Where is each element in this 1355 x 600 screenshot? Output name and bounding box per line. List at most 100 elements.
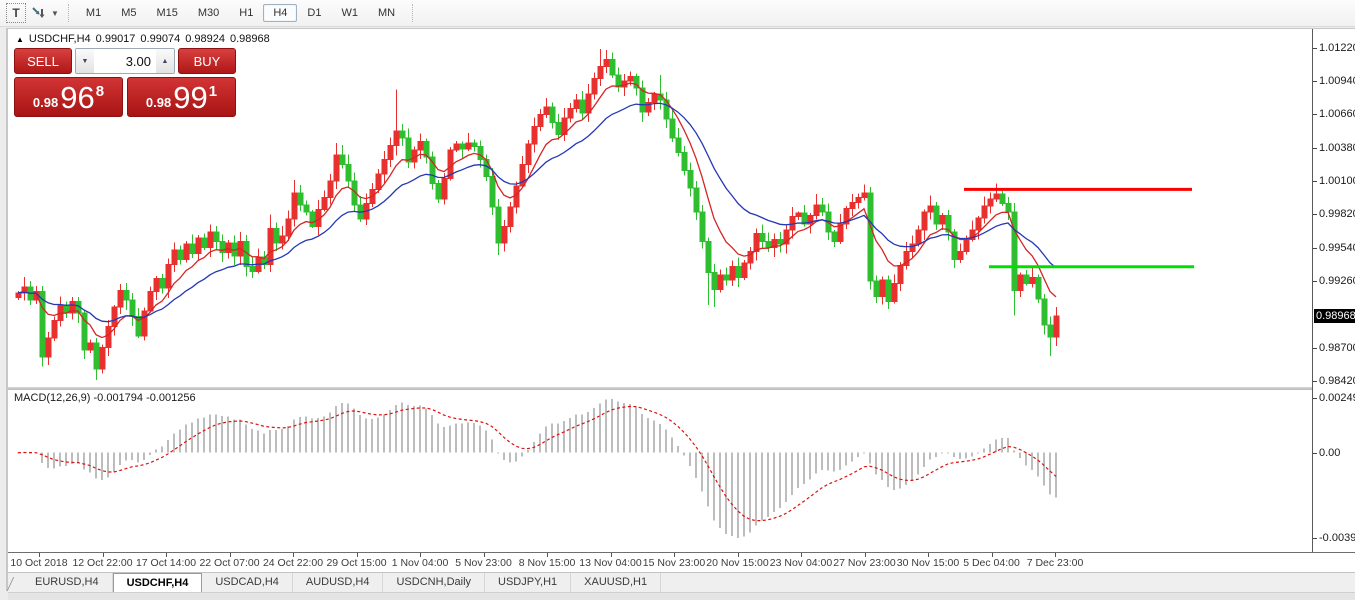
date-label: 13 Nov 04:00 xyxy=(579,557,641,569)
timeframe-button-d1[interactable]: D1 xyxy=(297,4,331,22)
chart-tab-usdjpy[interactable]: USDJPY,H1 xyxy=(485,573,571,592)
macd-plot xyxy=(8,390,1312,552)
price-tick-label: 1.00660 xyxy=(1319,108,1355,120)
timeframe-button-w1[interactable]: W1 xyxy=(331,4,368,22)
mt4-window: T ▼ M1M5M15M30H1H4D1W1MN ▲ USDCHF,H4 0.9… xyxy=(0,0,1355,598)
date-axis[interactable]: 10 Oct 2018 12 Oct 22:00 17 Oct 14:0022 Oc… xyxy=(8,552,1355,571)
volume-control: ▼ ▲ xyxy=(75,48,175,74)
date-label: 5 Nov 23:00 xyxy=(455,557,512,569)
sell-button[interactable]: SELL xyxy=(14,48,72,74)
price-tick-label: 0.99260 xyxy=(1319,275,1355,287)
volume-increase-button[interactable]: ▲ xyxy=(156,49,174,73)
date-label: 30 Nov 15:00 xyxy=(897,557,959,569)
chart-tab-usdcad[interactable]: USDCAD,H4 xyxy=(202,573,293,592)
ohlc-low: 0.98924 xyxy=(185,33,225,45)
chart-tab-bar: EURUSD,H4USDCHF,H4USDCAD,H4AUDUSD,H4USDC… xyxy=(8,572,1355,592)
date-label: 15 Nov 23:00 xyxy=(643,557,705,569)
sell-price-prefix: 0.98 xyxy=(33,95,58,110)
collapse-arrow-icon[interactable]: ▲ xyxy=(16,35,24,44)
date-label: 29 Oct 15:00 xyxy=(326,557,386,569)
sell-price-button[interactable]: 0.98 96 8 xyxy=(14,77,123,117)
axis-tick xyxy=(1313,453,1317,454)
price-tick-label: 1.00380 xyxy=(1319,142,1355,154)
chevron-down-icon[interactable]: ▼ xyxy=(51,9,59,18)
price-tick-label: 0.98420 xyxy=(1319,375,1355,387)
text-tool-icon[interactable]: T xyxy=(6,3,26,23)
macd-tick-label: 0.002492 xyxy=(1319,392,1355,404)
macd-tick-label: 0.00 xyxy=(1319,447,1340,459)
chart-tab-xauusd[interactable]: XAUUSD,H1 xyxy=(571,573,661,592)
axis-tick xyxy=(1313,281,1317,282)
timeframe-button-m30[interactable]: M30 xyxy=(188,4,229,22)
buy-price-button[interactable]: 0.98 99 1 xyxy=(127,77,236,117)
price-chart-area[interactable]: ▲ USDCHF,H4 0.99017 0.99074 0.98924 0.98… xyxy=(8,29,1312,388)
axis-tick xyxy=(1313,348,1317,349)
volume-input[interactable] xyxy=(94,49,156,73)
sell-price-pip: 8 xyxy=(96,83,104,100)
chart-tab-audusd[interactable]: AUDUSD,H4 xyxy=(293,573,384,592)
chart-title: ▲ USDCHF,H4 0.99017 0.99074 0.98924 0.98… xyxy=(16,33,270,45)
date-label: 12 Oct 22:00 xyxy=(72,557,132,569)
timeframe-button-m1[interactable]: M1 xyxy=(76,4,111,22)
chart-window: ▲ USDCHF,H4 0.99017 0.99074 0.98924 0.98… xyxy=(6,28,1355,591)
buy-button[interactable]: BUY xyxy=(178,48,236,74)
date-label: 22 Oct 07:00 xyxy=(199,557,259,569)
axis-tick xyxy=(1313,48,1317,49)
macd-value: -0.001794 xyxy=(93,392,143,404)
date-label: 24 Oct 22:00 xyxy=(263,557,323,569)
date-label: 10 Oct 2018 xyxy=(10,557,67,569)
timeframe-button-h4[interactable]: H4 xyxy=(263,4,297,22)
price-axis[interactable]: 1.01220 1.00940 1.00660 1.00380 1.00100 0.998… xyxy=(1312,29,1355,552)
macd-signal-value: -0.001256 xyxy=(146,392,196,404)
chart-tab-usdcnh[interactable]: USDCNH,Daily xyxy=(383,573,485,592)
date-label: 23 Nov 04:00 xyxy=(770,557,832,569)
date-label: 8 Nov 15:00 xyxy=(519,557,576,569)
price-tick-label: 1.00940 xyxy=(1319,75,1355,87)
macd-indicator-label: MACD(12,26,9) -0.001794 -0.001256 xyxy=(14,392,196,404)
buy-price-pip: 1 xyxy=(209,83,217,100)
macd-tick-label: -0.003913 xyxy=(1319,532,1355,544)
price-tick-label: 1.01220 xyxy=(1319,42,1355,54)
axis-tick xyxy=(1313,398,1317,399)
tab-bar-edge xyxy=(7,577,24,591)
toolbar-separator xyxy=(68,4,69,22)
ohlc-high: 0.99074 xyxy=(140,33,180,45)
toolbar: T ▼ M1M5M15M30H1H4D1W1MN xyxy=(0,0,1355,27)
axis-tick xyxy=(1313,214,1317,215)
axis-tick xyxy=(1313,248,1317,249)
timeframe-button-h1[interactable]: H1 xyxy=(229,4,263,22)
chart-tab-usdchf[interactable]: USDCHF,H4 xyxy=(113,573,203,592)
date-label: 17 Oct 14:00 xyxy=(136,557,196,569)
price-tick-label: 0.98700 xyxy=(1319,342,1355,354)
date-label: 1 Nov 04:00 xyxy=(392,557,449,569)
volume-decrease-button[interactable]: ▼ xyxy=(76,49,94,73)
toolbar-separator xyxy=(412,4,413,22)
ohlc-close: 0.98968 xyxy=(230,33,270,45)
timeframe-button-mn[interactable]: MN xyxy=(368,4,405,22)
timeframe-group: M1M5M15M30H1H4D1W1MN xyxy=(76,4,405,22)
arrows-tool-icon[interactable]: ▼ xyxy=(30,3,59,23)
price-tick-label: 0.99820 xyxy=(1319,208,1355,220)
current-price-tag: 0.98968 xyxy=(1314,309,1355,323)
date-label: 27 Nov 23:00 xyxy=(833,557,895,569)
axis-tick xyxy=(1313,181,1317,182)
axis-tick xyxy=(1313,81,1317,82)
sell-price-big: 96 xyxy=(60,83,94,113)
macd-name: MACD(12,26,9) xyxy=(14,392,90,404)
one-click-trade-panel: SELL ▼ ▲ BUY 0.98 96 8 0.98 xyxy=(14,48,236,117)
chart-tab-eurusd[interactable]: EURUSD,H4 xyxy=(22,573,113,592)
timeframe-button-m5[interactable]: M5 xyxy=(111,4,146,22)
date-label: 7 Dec 23:00 xyxy=(1027,557,1084,569)
ohlc-open: 0.99017 xyxy=(96,33,136,45)
axis-tick xyxy=(1313,538,1317,539)
buy-price-big: 99 xyxy=(173,83,207,113)
axis-tick xyxy=(1313,148,1317,149)
macd-panel[interactable]: MACD(12,26,9) -0.001794 -0.001256 xyxy=(8,390,1312,552)
axis-tick xyxy=(1313,381,1317,382)
price-tick-label: 1.00100 xyxy=(1319,175,1355,187)
buy-price-prefix: 0.98 xyxy=(146,95,171,110)
date-label: 5 Dec 04:00 xyxy=(963,557,1020,569)
price-tick-label: 0.99540 xyxy=(1319,242,1355,254)
status-strip xyxy=(8,592,1355,600)
timeframe-button-m15[interactable]: M15 xyxy=(146,4,187,22)
